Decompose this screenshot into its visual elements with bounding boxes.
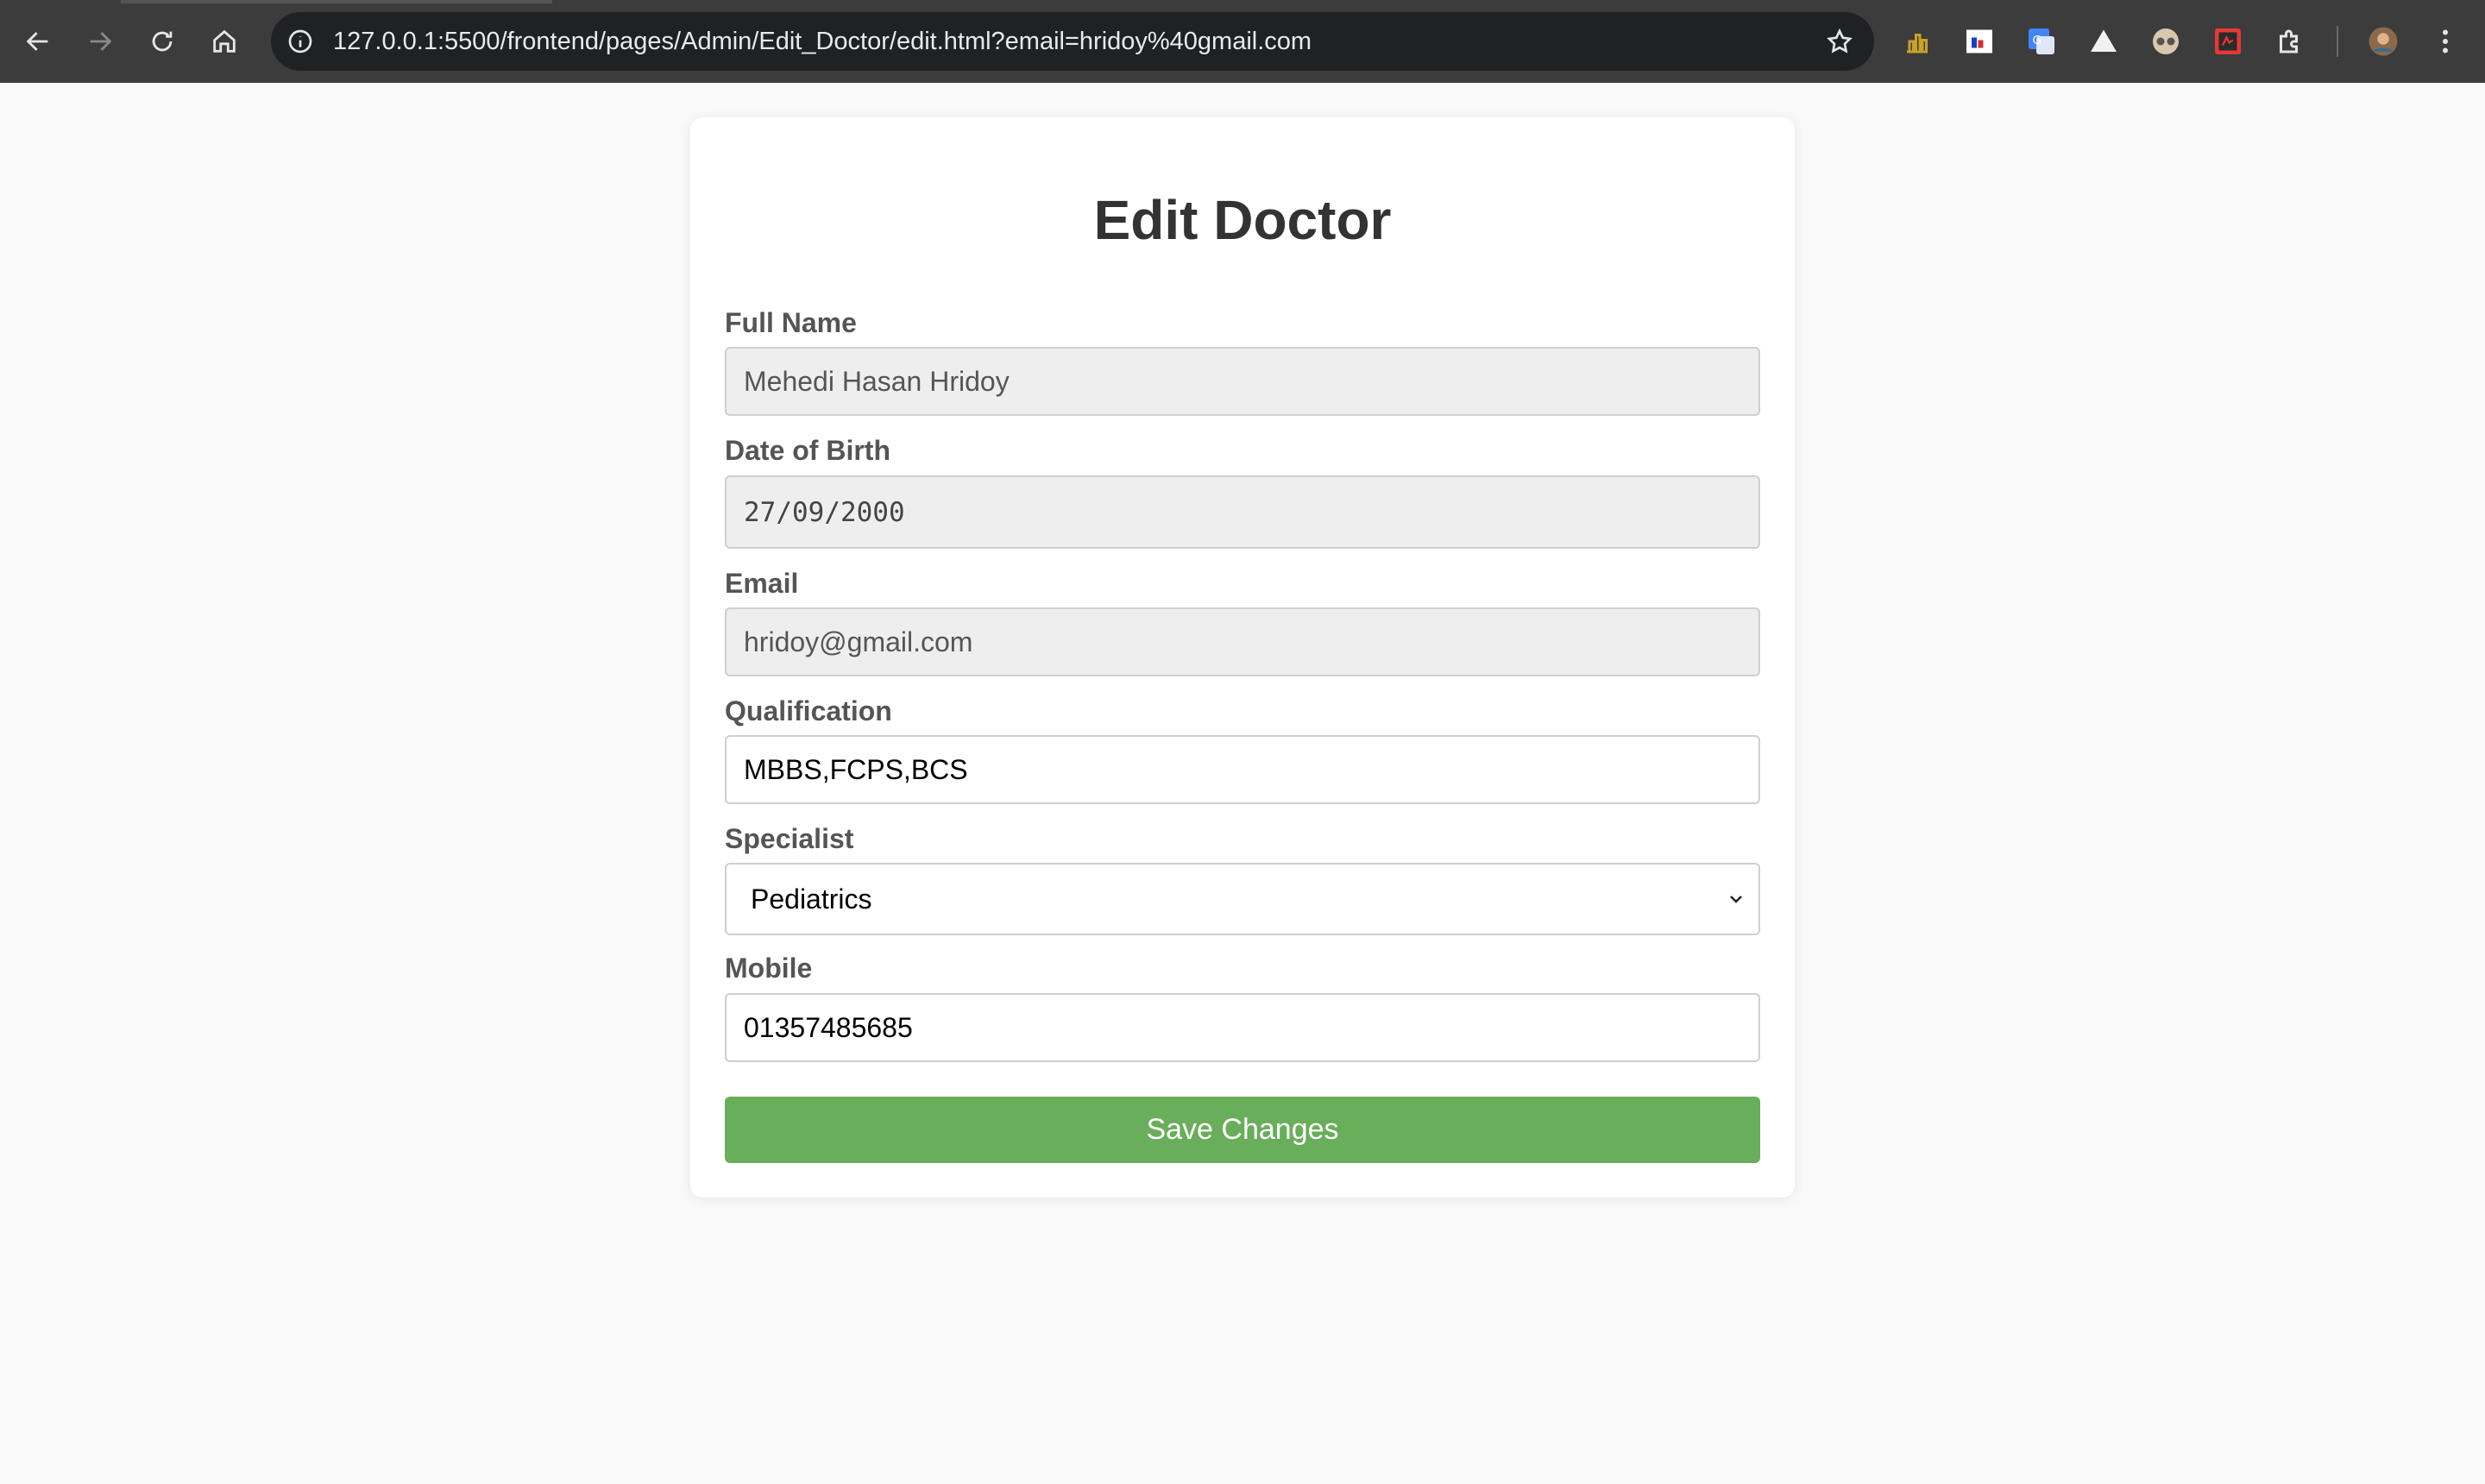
chevron-down-icon [1726, 889, 1746, 909]
save-changes-button[interactable]: Save Changes [725, 1097, 1760, 1163]
dob-field[interactable] [725, 475, 1760, 549]
dob-label: Date of Birth [725, 435, 890, 466]
qualification-label: Qualification [725, 695, 892, 726]
page-title: Edit Doctor [1093, 189, 1392, 251]
mobile-field[interactable] [725, 993, 1760, 1062]
menu-kebab-icon[interactable] [2428, 24, 2463, 59]
specialist-label: Specialist [725, 823, 854, 854]
specialist-select[interactable]: Pediatrics [725, 863, 1760, 935]
forward-icon[interactable] [79, 21, 121, 62]
mobile-label: Mobile [725, 953, 813, 984]
svg-text:G: G [2033, 34, 2041, 47]
site-info-icon[interactable] [285, 26, 316, 57]
profile-avatar[interactable] [2366, 24, 2400, 59]
mountain-extension-icon[interactable] [2086, 24, 2121, 59]
toolbar-separator [2337, 26, 2338, 57]
email-label: Email [725, 568, 799, 599]
pdf-extension-icon[interactable] [2211, 24, 2245, 59]
full-name-label: Full Name [725, 307, 857, 338]
translate-extension-icon[interactable]: G [2024, 24, 2059, 59]
back-icon[interactable] [17, 21, 59, 62]
chart-extension-icon[interactable] [1900, 24, 1935, 59]
specialist-selected-value: Pediatrics [751, 883, 872, 915]
full-name-field[interactable] [725, 347, 1760, 416]
qualification-field[interactable] [725, 735, 1760, 804]
bookmark-star-icon[interactable] [1824, 26, 1855, 57]
browser-toolbar: 127.0.0.1:5500/frontend/pages/Admin/Edit… [0, 0, 2485, 83]
url-text[interactable]: 127.0.0.1:5500/frontend/pages/Admin/Edit… [333, 12, 1312, 71]
tab-strip-indicator [121, 0, 552, 3]
address-bar[interactable]: 127.0.0.1:5500/frontend/pages/Admin/Edit… [271, 12, 1874, 71]
flag-extension-icon[interactable] [1962, 24, 1997, 59]
home-icon[interactable] [204, 21, 245, 62]
extensions-puzzle-icon[interactable] [2273, 24, 2307, 59]
reload-icon[interactable] [142, 21, 183, 62]
glasses-extension-icon[interactable] [2148, 24, 2183, 59]
email-field[interactable] [725, 607, 1760, 676]
